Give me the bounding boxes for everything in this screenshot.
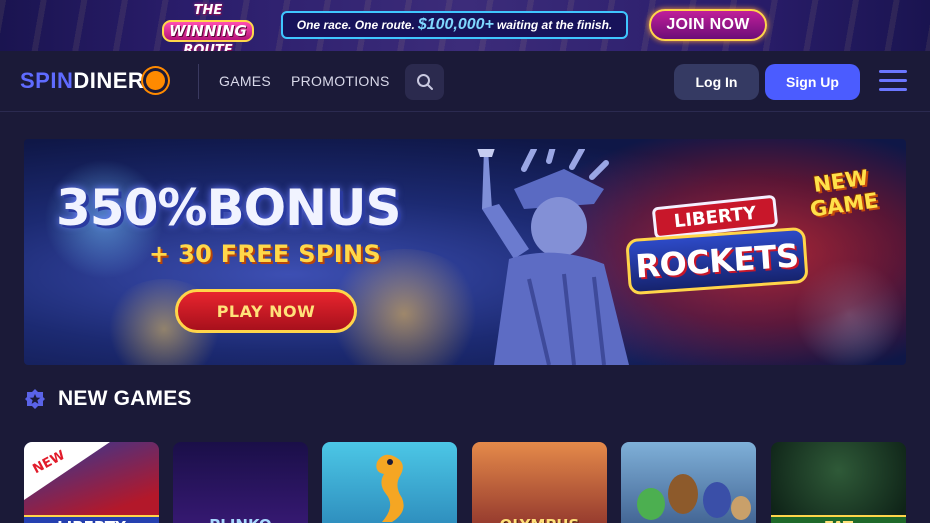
- winning-route-logo: THE WINNING ROUTE: [152, 2, 264, 51]
- join-now-button[interactable]: JOIN NOW: [649, 9, 767, 41]
- login-button[interactable]: Log In: [674, 64, 759, 100]
- game-tile-label: FAT: [771, 515, 906, 523]
- hero-play-now-button[interactable]: PLAY NOW: [175, 289, 357, 333]
- new-games-list: NEW LIBERTY PLINKO OLYMPUS FAT: [24, 442, 906, 523]
- hero-free-spins-text: + 30 FREE SPINS: [149, 240, 381, 268]
- liberty-rockets-logo: LIBERTY ROCKETS: [625, 194, 809, 325]
- game-tile-animals[interactable]: [621, 442, 756, 523]
- hamburger-menu-icon[interactable]: [879, 70, 907, 92]
- new-games-heading: NEW GAMES: [24, 387, 192, 411]
- tagline-amount: $100,000+: [417, 16, 494, 33]
- tagline-before: One race. One route.: [296, 18, 415, 32]
- star-badge-icon: [25, 389, 45, 409]
- menu-bar: [879, 70, 907, 73]
- search-icon: [416, 74, 433, 90]
- game-tile-olympus[interactable]: OLYMPUS: [472, 442, 607, 523]
- menu-bar: [879, 79, 907, 82]
- nav-games[interactable]: GAMES: [219, 73, 271, 89]
- game-tile-seahorse[interactable]: [322, 442, 457, 523]
- promo-logo-line2: WINNING: [162, 20, 254, 42]
- game-tile-label: LIBERTY: [24, 515, 159, 523]
- game-tile-plinko[interactable]: PLINKO: [173, 442, 308, 523]
- game-tile-label: PLINKO: [173, 513, 308, 523]
- header-divider: [198, 64, 199, 99]
- section-title: NEW GAMES: [58, 387, 192, 410]
- tagline-after: waiting at the finish.: [496, 18, 613, 32]
- nav-promotions[interactable]: PROMOTIONS: [291, 73, 390, 89]
- game-characters-image: [637, 474, 751, 520]
- signup-button[interactable]: Sign Up: [765, 64, 860, 100]
- promo-logo-line1: THE: [193, 3, 223, 18]
- new-game-badge: NEW GAME: [790, 162, 899, 245]
- game-tile-label: OLYMPUS: [472, 513, 607, 523]
- search-button[interactable]: [405, 64, 444, 100]
- game-tile-liberty[interactable]: NEW LIBERTY: [24, 442, 159, 523]
- brand-spin: SPIN: [20, 68, 74, 93]
- hero-bonus-text: 350%BONUS: [56, 179, 402, 237]
- promo-tagline: One race. One route. $100,000+ waiting a…: [281, 11, 628, 39]
- brand-dinero: DINER: [73, 68, 145, 93]
- menu-bar: [879, 88, 907, 91]
- site-header: SPIN DINER GAMES PROMOTIONS Log In Sign …: [0, 51, 930, 112]
- sun-icon: [146, 70, 166, 90]
- hero-banner[interactable]: 350%BONUS + 30 FREE SPINS PLAY NOW LIBER…: [24, 139, 906, 365]
- game-tile-fat[interactable]: FAT: [771, 442, 906, 523]
- promo-logo-line3: ROUTE: [183, 43, 233, 51]
- firework-decoration: [794, 259, 904, 365]
- seahorse-image: [376, 454, 404, 522]
- brand-logo[interactable]: SPIN DINER: [20, 68, 166, 94]
- promo-banner[interactable]: THE WINNING ROUTE One race. One route. $…: [0, 0, 930, 51]
- logo-word-rockets: ROCKETS: [625, 226, 809, 296]
